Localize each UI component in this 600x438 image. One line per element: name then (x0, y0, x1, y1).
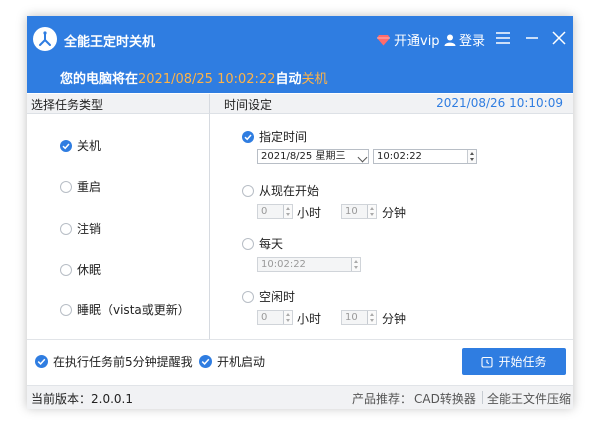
task-option-label: 睡眠（vista或更新） (77, 303, 190, 317)
minutes-value: 10 (345, 312, 358, 323)
from-now-minutes-input[interactable]: 10 (341, 204, 377, 219)
notice-prefix: 您的电脑将在 (60, 72, 139, 87)
radio-icon (242, 184, 254, 197)
minimize-icon[interactable] (523, 29, 541, 47)
panel-divider (209, 114, 210, 339)
task-option-label: 重启 (77, 180, 102, 194)
time-mode-label: 空闲时 (259, 290, 296, 304)
time-value: 10:02:22 (377, 151, 422, 162)
radio-checked-icon (242, 130, 254, 143)
radio-icon (60, 222, 72, 235)
notice-datetime: 2021/08/25 10:02:22 (138, 72, 276, 87)
product-link-compress[interactable]: 全能王文件压缩 (487, 390, 571, 407)
remind-label: 在执行任务前5分钟提醒我 (53, 355, 193, 369)
version-label: 当前版本：2.0.0.1 (31, 392, 133, 406)
radio-icon (242, 290, 254, 303)
radio-checked-icon (60, 139, 72, 152)
close-icon[interactable] (550, 29, 568, 47)
status-bar: 当前版本：2.0.0.1 产品推荐： CAD转换器 全能王文件压缩 (27, 385, 573, 409)
shutdown-notice: 您的电脑将在2021/08/25 10:02:22自动关机 (60, 68, 328, 87)
menu-icon[interactable] (494, 29, 512, 47)
task-option-restart[interactable]: 重启 (60, 178, 101, 195)
product-link-cad[interactable]: CAD转换器 (414, 390, 476, 407)
radio-icon (60, 180, 72, 193)
hours-unit: 小时 (297, 206, 322, 220)
spinner-icon[interactable] (367, 311, 376, 324)
user-icon (444, 34, 456, 46)
spinner-icon[interactable] (283, 205, 292, 218)
app-logo-icon (33, 27, 57, 51)
radio-icon (60, 263, 72, 276)
radio-icon (60, 303, 72, 316)
separator (482, 391, 483, 404)
task-option-label: 关机 (77, 139, 102, 153)
minutes-value: 10 (345, 206, 358, 217)
spinner-icon[interactable] (283, 311, 292, 324)
idle-hours-input[interactable]: 0 (257, 310, 293, 325)
vip-button[interactable]: 开通vip (377, 30, 440, 49)
diamond-icon (377, 34, 390, 45)
login-label: 登录 (459, 34, 486, 49)
app-window: 全能王定时关机 开通vip 登录 您的电脑将在2021/08/25 10:02:… (27, 16, 573, 409)
minutes-unit: 分钟 (382, 312, 407, 326)
bottom-bar: 在执行任务前5分钟提醒我 开机启动 开始任务 (27, 339, 573, 386)
start-task-button[interactable]: 开始任务 (462, 348, 566, 375)
time-mode-daily[interactable]: 每天 (242, 235, 283, 252)
notice-suffix: 自动 (275, 72, 302, 87)
time-setting-header-label: 时间设定 (224, 98, 273, 112)
recommend-label: 产品推荐： (352, 392, 413, 406)
daily-time-input[interactable]: 10:02:22 (257, 257, 361, 272)
task-option-label: 注销 (77, 222, 102, 236)
task-option-shutdown[interactable]: 关机 (60, 137, 101, 154)
chevron-down-icon (357, 152, 368, 163)
notice-action: 关机 (301, 72, 328, 87)
remind-checkbox[interactable]: 在执行任务前5分钟提醒我 (35, 353, 193, 370)
task-option-sleep[interactable]: 睡眠（vista或更新） (60, 301, 190, 318)
spinner-icon[interactable] (351, 258, 360, 271)
autostart-checkbox[interactable]: 开机启动 (199, 353, 265, 370)
radio-icon (242, 237, 254, 250)
time-setting-header: 时间设定 2021/08/26 10:10:09 (210, 94, 573, 114)
alarm-clock-icon (481, 356, 494, 368)
minutes-unit: 分钟 (382, 206, 407, 220)
hours-unit: 小时 (297, 312, 322, 326)
time-mode-label: 每天 (259, 237, 284, 251)
task-type-header-label: 选择任务类型 (31, 98, 104, 112)
task-option-label: 休眠 (77, 263, 102, 277)
title-bar: 全能王定时关机 开通vip 登录 您的电脑将在2021/08/25 10:02:… (27, 16, 573, 93)
hours-value: 0 (261, 206, 268, 217)
idle-minutes-input[interactable]: 10 (341, 310, 377, 325)
autostart-label: 开机启动 (217, 355, 266, 369)
spinner-icon[interactable] (467, 150, 476, 163)
start-task-label: 开始任务 (498, 355, 547, 369)
date-picker[interactable]: 2021/8/25 星期三 (257, 149, 369, 164)
checkbox-checked-icon (199, 355, 212, 368)
specified-time-input[interactable]: 10:02:22 (373, 149, 477, 164)
task-option-hibernate[interactable]: 休眠 (60, 261, 101, 278)
time-mode-label: 指定时间 (259, 130, 308, 144)
time-mode-label: 从现在开始 (259, 184, 320, 198)
task-option-logoff[interactable]: 注销 (60, 220, 101, 237)
login-button[interactable]: 登录 (444, 30, 485, 49)
time-mode-specified[interactable]: 指定时间 (242, 128, 307, 145)
app-title: 全能王定时关机 (64, 35, 156, 50)
vip-label: 开通vip (394, 34, 440, 49)
hours-value: 0 (261, 312, 268, 323)
checkbox-checked-icon (35, 355, 48, 368)
spinner-icon[interactable] (367, 205, 376, 218)
time-mode-from-now[interactable]: 从现在开始 (242, 182, 319, 199)
date-value: 2021/8/25 星期三 (261, 151, 346, 162)
from-now-hours-input[interactable]: 0 (257, 204, 293, 219)
task-type-header: 选择任务类型 (27, 94, 210, 114)
time-value: 10:02:22 (261, 259, 306, 270)
time-mode-idle[interactable]: 空闲时 (242, 288, 295, 305)
current-time: 2021/08/26 10:10:09 (436, 96, 563, 110)
